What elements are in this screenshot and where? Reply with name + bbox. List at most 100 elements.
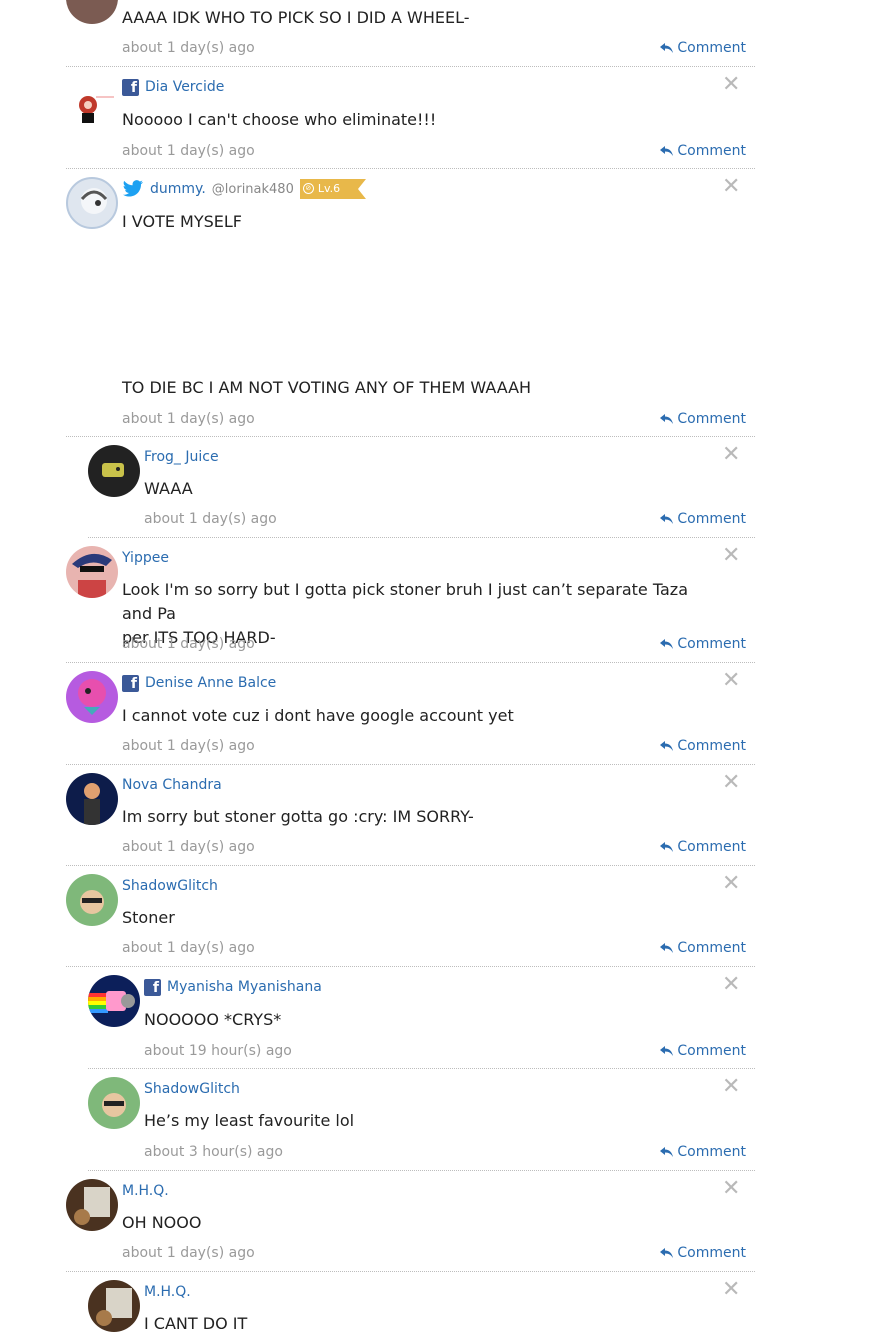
comment: AAAA IDK WHO TO PICK SO I DID A WHEEL- a… [66,0,755,67]
reply-arrow-icon [660,146,674,156]
comment-time: about 1 day(s) ago [122,143,255,159]
comment-text: Nooooo I can't choose who eliminate!!! [122,110,437,129]
user-avatar[interactable] [66,1179,118,1231]
comment: ShadowGlitch ✕ Stoner about 1 day(s) ago… [66,866,755,967]
user-avatar[interactable] [66,671,118,723]
author-name[interactable]: Myanisha Myanishana [167,979,322,995]
avatar-image [80,890,104,914]
comment-button[interactable]: Comment [660,636,746,652]
user-avatar[interactable] [66,546,118,598]
reply-arrow-icon [660,943,674,953]
author-name[interactable]: Nova Chandra [122,777,222,793]
comment-button[interactable]: Comment [660,1144,746,1160]
comment-time: about 1 day(s) ago [122,40,255,56]
comment-text: He’s my least favourite lol [144,1111,355,1130]
comment-text: AAAA IDK WHO TO PICK SO I DID A WHEEL- [122,8,470,27]
comment-time: about 19 hour(s) ago [144,1043,292,1059]
comment-button[interactable]: Comment [660,1043,746,1059]
comment-button-label: Comment [677,1245,746,1261]
comment: f Dia Vercide ✕ Nooooo I can't choose wh… [66,67,755,169]
reply-comment: M.H.Q. ✕ I CANT DO IT [88,1272,755,1333]
close-icon[interactable]: ✕ [722,670,740,692]
reply-arrow-icon [660,741,674,751]
comment-text: I cannot vote cuz i dont have google acc… [122,706,514,725]
facebook-icon: f [122,674,139,692]
avatar-image [84,783,100,825]
reply-comment: Frog_ Juice ✕ WAAA about 1 day(s) ago Co… [88,437,755,538]
close-icon[interactable]: ✕ [722,772,740,794]
facebook-icon: f [122,78,139,96]
comment-text: OH NOOO [122,1213,202,1232]
comment-button[interactable]: Comment [660,511,746,527]
comment-text: NOOOOO *CRYS* [144,1010,282,1029]
comment-text: Im sorry but stoner gotta go :cry: IM SO… [122,807,474,826]
comment-time: about 1 day(s) ago [122,940,255,956]
close-icon[interactable]: ✕ [722,1178,740,1200]
author-name[interactable]: ShadowGlitch [122,878,218,894]
comment-time: about 3 hour(s) ago [144,1144,283,1160]
user-avatar[interactable] [66,0,118,24]
author-name[interactable]: M.H.Q. [122,1183,169,1199]
author-name[interactable]: Frog_ Juice [144,449,219,465]
user-avatar[interactable] [88,1280,140,1332]
comment-button-label: Comment [677,511,746,527]
comment-time: about 1 day(s) ago [122,1245,255,1261]
author-name[interactable]: M.H.Q. [144,1284,191,1300]
reply-arrow-icon [660,1046,674,1056]
author-name[interactable]: Denise Anne Balce [145,675,276,691]
author-handle[interactable]: @lorinak480 [212,182,294,197]
comment: Yippee ✕ Look I'm so sorry but I gotta p… [66,538,755,663]
comment-text: I CANT DO IT [144,1314,248,1333]
comment: f Denise Anne Balce ✕ I cannot vote cuz … [66,663,755,765]
avatar-image [74,1187,110,1225]
comment-time: about 1 day(s) ago [144,511,277,527]
avatar-image [79,96,114,123]
author-name[interactable]: ShadowGlitch [144,1081,240,1097]
reply-arrow-icon [660,414,674,424]
author-name[interactable]: dummy. [150,181,206,197]
reply-comment: ShadowGlitch ✕ He’s my least favourite l… [88,1069,755,1171]
comment-text-continued: TO DIE BC I AM NOT VOTING ANY OF THEM WA… [122,378,532,397]
comment-header: f Dia Vercide [122,77,224,97]
user-avatar[interactable] [88,1077,140,1129]
close-icon[interactable]: ✕ [722,444,740,466]
comment: dummy. @lorinak480 ⊘ Lv.6 ✕ I VOTE MYSEL… [66,169,755,437]
avatar-image [72,553,112,598]
user-avatar[interactable] [66,177,118,229]
avatar-image [78,679,106,715]
comment-button[interactable]: Comment [660,940,746,956]
user-avatar[interactable] [66,75,118,127]
comment-button[interactable]: Comment [660,839,746,855]
close-icon[interactable]: ✕ [722,545,740,567]
author-name[interactable]: Dia Vercide [145,79,224,95]
reply-arrow-icon [660,43,674,53]
level-label: Lv.6 [317,182,341,195]
comment-time: about 1 day(s) ago [122,738,255,754]
user-avatar[interactable] [66,874,118,926]
comment: Nova Chandra ✕ Im sorry but stoner gotta… [66,765,755,866]
comment-header: ShadowGlitch [144,1079,240,1099]
close-icon[interactable]: ✕ [722,74,740,96]
avatar-image [102,1093,126,1117]
user-avatar[interactable] [66,773,118,825]
comment-button-label: Comment [677,1144,746,1160]
comment-button[interactable]: Comment [660,1245,746,1261]
user-avatar[interactable] [88,445,140,497]
close-icon[interactable]: ✕ [722,176,740,198]
reply-arrow-icon [660,842,674,852]
close-icon[interactable]: ✕ [722,974,740,996]
comment-button[interactable]: Comment [660,40,746,56]
close-icon[interactable]: ✕ [722,1076,740,1098]
close-icon[interactable]: ✕ [722,1279,740,1301]
avatar-image [88,991,135,1013]
comment-text: WAAA [144,479,193,498]
user-avatar[interactable] [88,975,140,1027]
comment-button[interactable]: Comment [660,143,746,159]
close-icon[interactable]: ✕ [722,873,740,895]
comment-button[interactable]: Comment [660,738,746,754]
comment-button[interactable]: Comment [660,411,746,427]
comment-header: Nova Chandra [122,775,222,795]
comment-header: f Denise Anne Balce [122,673,276,693]
comment-time: about 1 day(s) ago [122,839,255,855]
author-name[interactable]: Yippee [122,550,169,566]
